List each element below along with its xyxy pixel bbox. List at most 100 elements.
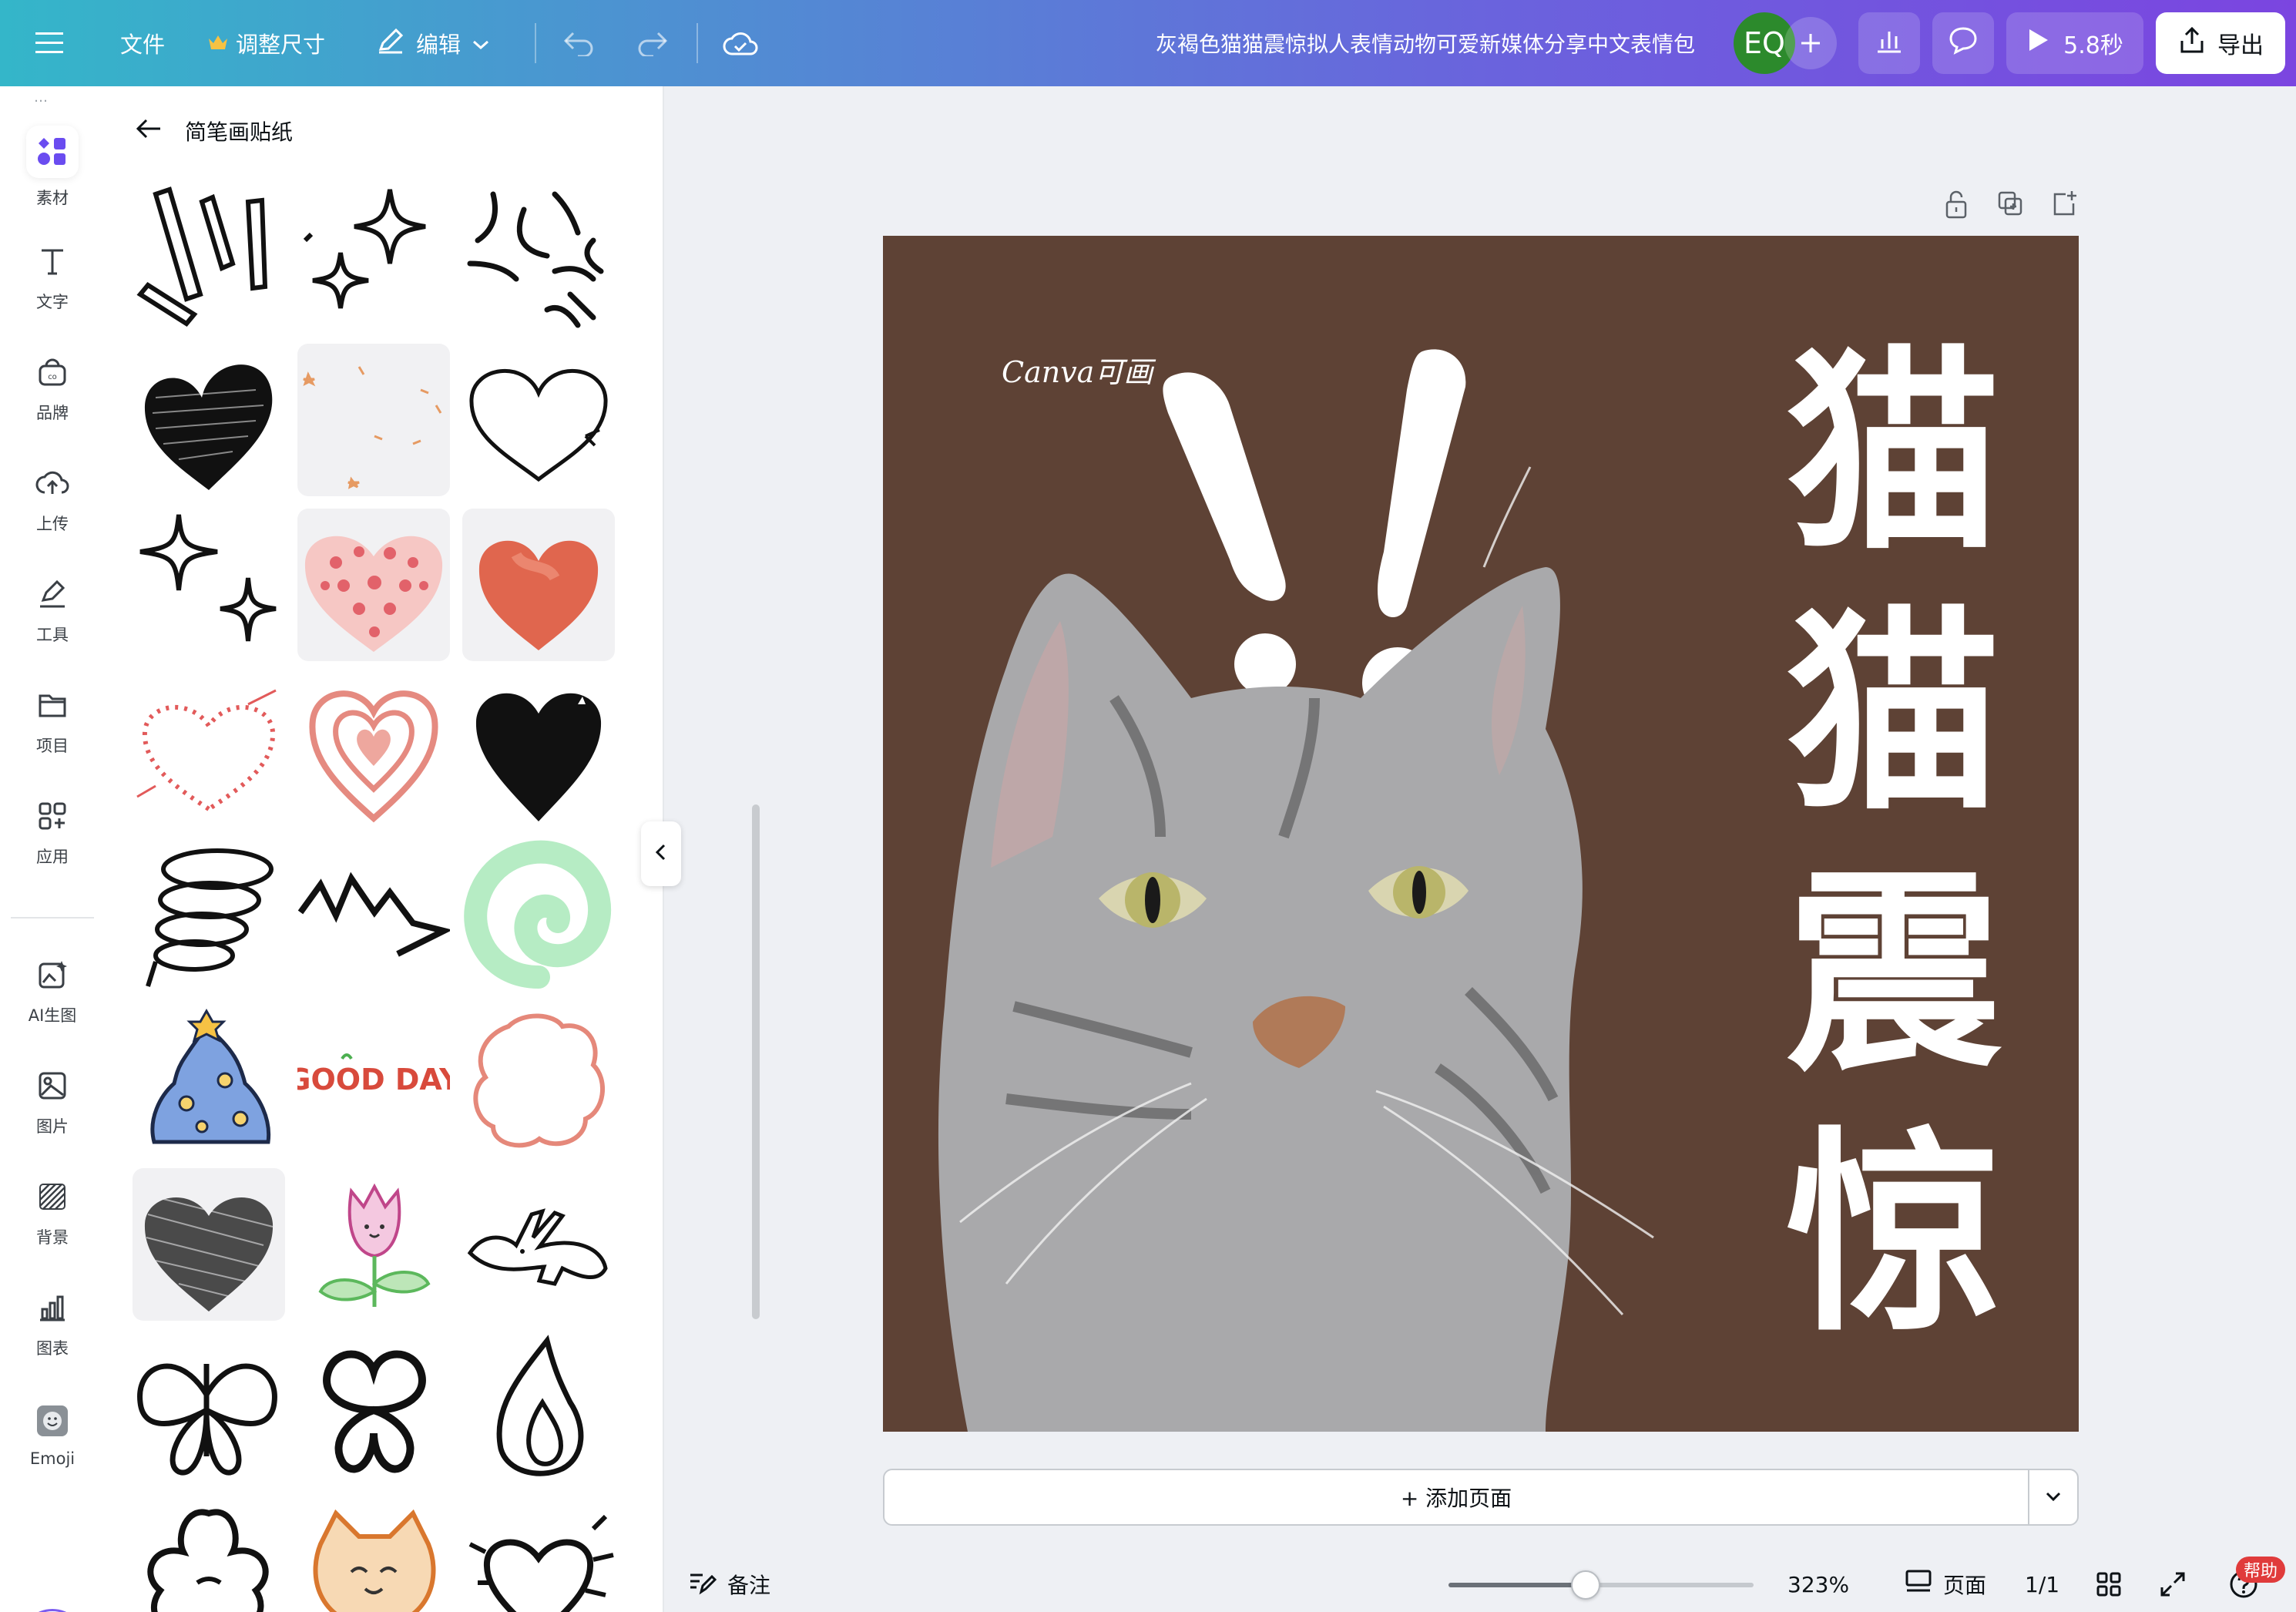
notes-label: 备注 — [727, 1573, 771, 1598]
export-button[interactable]: 导出 — [2156, 12, 2285, 74]
lock-icon[interactable] — [1929, 190, 1983, 223]
cloud-saved-icon[interactable] — [723, 0, 758, 86]
zoom-slider-thumb[interactable] — [1571, 1570, 1601, 1600]
sticker-orange-cat[interactable] — [297, 1498, 450, 1612]
rail-item-projects[interactable]: 项目 — [0, 672, 105, 772]
sticker-flower[interactable] — [133, 1498, 285, 1612]
sticker-black-heart[interactable] — [462, 673, 615, 826]
panel-scrollbar[interactable] — [752, 804, 760, 1319]
pages-button[interactable]: 页面 — [1905, 1557, 1986, 1612]
upload-icon — [35, 466, 69, 504]
sticker-green-swirl[interactable] — [462, 838, 615, 991]
background-icon — [35, 1180, 69, 1217]
sticker-shock-marks[interactable] — [462, 179, 615, 331]
headline-char: 猫 — [1786, 328, 2002, 579]
image-icon — [35, 1069, 69, 1107]
add-page-dropdown[interactable] — [2028, 1469, 2079, 1526]
sticker-good-day[interactable]: GOOD DAY — [297, 1003, 450, 1156]
sticker-pencil-heart[interactable] — [133, 1168, 285, 1321]
chevron-down-icon — [2045, 1490, 2062, 1505]
sticker-zigzag[interactable] — [297, 838, 450, 991]
sticker-watercolor-heart[interactable] — [462, 509, 615, 661]
sticker-leaping-rabbit[interactable] — [462, 1168, 615, 1321]
play-duration: 5.8秒 — [2063, 32, 2123, 59]
sticker-tiny-stars[interactable] — [297, 344, 450, 496]
sticker-scribble-heart[interactable] — [133, 344, 285, 496]
add-page-button[interactable]: + 添加页面 — [883, 1469, 2029, 1526]
rail-item-charts[interactable]: 图表 — [0, 1274, 105, 1375]
sticker-clover[interactable] — [297, 1333, 450, 1486]
magic-assistant-button[interactable] — [18, 1609, 86, 1612]
back-arrow-icon[interactable] — [136, 118, 162, 145]
page-count: 1/1 — [2025, 1571, 2060, 1597]
add-collaborator-icon[interactable] — [1784, 17, 1837, 69]
edit-mode-dropdown[interactable]: 编辑 — [376, 0, 490, 86]
sticker-nested-heart[interactable] — [297, 673, 450, 826]
rail-item-brand[interactable]: co 品牌 — [0, 339, 105, 439]
insights-button[interactable] — [1858, 12, 1920, 74]
good-day-text: GOOD DAY — [297, 1063, 450, 1096]
rail-item-emoji[interactable]: Emoji — [0, 1385, 105, 1486]
design-title[interactable]: 灰褐色猫猫震惊拟人表情动物可爱新媒体分享中文表情包 — [1156, 0, 1695, 86]
sticker-blue-tree[interactable] — [133, 1003, 285, 1156]
sticker-cloud-frame[interactable] — [462, 1003, 615, 1156]
comment-icon — [1948, 25, 1979, 61]
rail-divider — [11, 917, 94, 919]
grid-view-icon[interactable] — [2096, 1557, 2122, 1612]
sticker-heart-rays[interactable] — [462, 1498, 615, 1612]
rail-item-elements[interactable]: 素材 — [0, 117, 105, 217]
zoom-value[interactable]: 323% — [1787, 1557, 1849, 1612]
zoom-slider[interactable] — [1448, 1570, 1754, 1600]
panel-header: 简笔画贴纸 — [136, 108, 293, 154]
redo-icon[interactable] — [635, 0, 669, 86]
sticker-tulip[interactable] — [297, 1168, 450, 1321]
svg-text:co: co — [48, 373, 57, 381]
resize-button[interactable]: 调整尺寸 — [208, 0, 325, 86]
rail-item-background[interactable]: 背景 — [0, 1164, 105, 1264]
sticker-double-stars[interactable] — [133, 509, 285, 661]
add-page-icon[interactable] — [2037, 190, 2091, 223]
emoji-icon — [35, 1404, 69, 1442]
rail-item-apps[interactable]: 应用 — [0, 783, 105, 883]
duplicate-page-icon[interactable] — [1983, 190, 2037, 223]
page-view-icon — [1905, 1569, 1932, 1600]
fullscreen-icon[interactable] — [2159, 1557, 2187, 1612]
sticker-flame[interactable] — [462, 1333, 615, 1486]
sticker-hearts-cluster[interactable] — [297, 509, 450, 661]
headline-char: 震 — [1786, 849, 2002, 1100]
rail-item-text[interactable]: 文字 — [0, 228, 105, 328]
edit-label: 编辑 — [416, 32, 462, 58]
notes-button[interactable]: 备注 — [687, 1557, 770, 1612]
help-badge: 帮助 — [2236, 1557, 2286, 1583]
canva-logo-text: Canva可画 — [1002, 355, 1153, 389]
sticker-dotted-heart[interactable] — [133, 673, 285, 826]
hamburger-icon[interactable] — [35, 0, 66, 86]
draw-tool-icon — [35, 577, 69, 615]
rail-scroll-hint: … — [34, 89, 48, 106]
notes-icon — [687, 1569, 717, 1600]
rail-label: 品牌 — [36, 403, 69, 422]
stickers-panel: 简笔画贴纸 GOOD DAY — [105, 86, 760, 1612]
sticker-sparkles[interactable] — [297, 179, 450, 331]
rail-item-upload[interactable]: 上传 — [0, 450, 105, 550]
sticker-outline-heart[interactable] — [462, 344, 615, 496]
comments-button[interactable] — [1932, 12, 1994, 74]
page-tools — [1929, 190, 2091, 223]
crown-icon — [208, 30, 228, 56]
rail-item-tools[interactable]: 工具 — [0, 561, 105, 661]
play-button[interactable]: 5.8秒 — [2006, 12, 2143, 74]
chevron-down-icon — [472, 30, 490, 56]
sticker-spiral-scribble[interactable] — [133, 838, 285, 991]
collapse-panel-button[interactable] — [641, 821, 681, 886]
rail-item-photos[interactable]: 图片 — [0, 1053, 105, 1153]
rail-item-ai-image[interactable]: AI生图 — [0, 942, 105, 1042]
undo-icon[interactable] — [562, 0, 596, 86]
vertical-headline[interactable]: 猫 猫 震 惊 — [1786, 324, 2002, 1365]
sticker-butterfly[interactable] — [133, 1333, 285, 1486]
elements-icon — [26, 126, 79, 178]
sticker-emphasis-lines[interactable] — [133, 179, 285, 331]
file-menu[interactable]: 文件 — [120, 0, 165, 86]
separator — [697, 23, 698, 63]
separator — [535, 23, 536, 63]
ai-image-icon — [35, 958, 69, 996]
